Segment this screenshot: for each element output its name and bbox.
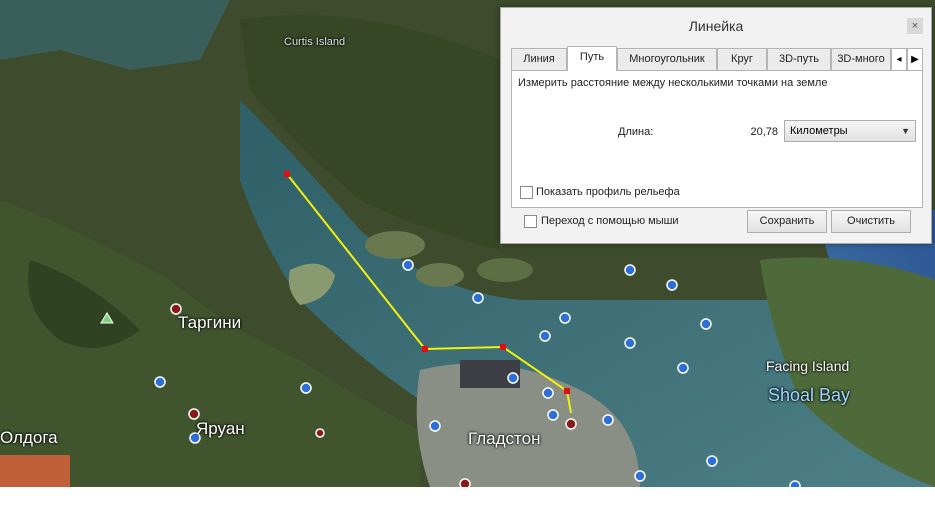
label-targini: Таргини: [178, 313, 242, 332]
peak-icon: [100, 312, 114, 324]
tab-polygon[interactable]: Многоугольник: [617, 48, 717, 70]
label-shoal-bay: Shoal Bay: [768, 385, 851, 405]
tab-line[interactable]: Линия: [511, 48, 567, 70]
label-gladstone: Гладстон: [468, 429, 541, 448]
label-oldoga: Олдога: [0, 428, 58, 447]
tab-bar: Линия Путь Многоугольник Круг 3D-путь 3D…: [511, 46, 925, 71]
mouse-navigation-checkbox[interactable]: [524, 215, 537, 228]
mouse-navigation-label: Переход с помощью мыши: [541, 215, 679, 227]
label-curtis-island: Curtis Island: [284, 36, 346, 48]
tab-3d-path[interactable]: 3D-путь: [767, 48, 831, 70]
show-elevation-checkbox[interactable]: [520, 186, 533, 199]
tab-3d-polygon[interactable]: 3D-много: [831, 48, 891, 70]
length-label: Длина:: [618, 126, 654, 138]
close-icon[interactable]: ×: [907, 18, 923, 34]
dialog-title: Линейка: [688, 18, 744, 34]
chevron-down-icon: ▼: [901, 126, 910, 136]
clear-button[interactable]: Очистить: [831, 210, 911, 233]
poi-marker-icon: [154, 259, 801, 487]
path-description: Измерить расстояние между несколькими то…: [518, 77, 828, 89]
label-facing-island: Facing Island: [766, 358, 850, 374]
unit-select-value: Километры: [790, 125, 848, 137]
tab-scroll-left-icon[interactable]: ◂: [891, 48, 907, 71]
ruler-dialog: Линейка × Линия Путь Многоугольник Круг …: [500, 7, 932, 244]
unit-select[interactable]: Километры ▼: [784, 120, 916, 142]
path-panel: Измерить расстояние между несколькими то…: [511, 70, 923, 208]
label-yaruan: Яруан: [196, 419, 245, 438]
show-elevation-label: Показать профиль рельефа: [536, 186, 680, 198]
length-value: 20,78: [750, 126, 778, 138]
tab-circle[interactable]: Круг: [717, 48, 767, 70]
dialog-titlebar[interactable]: Линейка ×: [501, 8, 931, 44]
tab-path[interactable]: Путь: [567, 46, 617, 71]
save-button[interactable]: Сохранить: [747, 210, 827, 233]
tab-scroll-right-icon[interactable]: ▶: [907, 48, 923, 71]
